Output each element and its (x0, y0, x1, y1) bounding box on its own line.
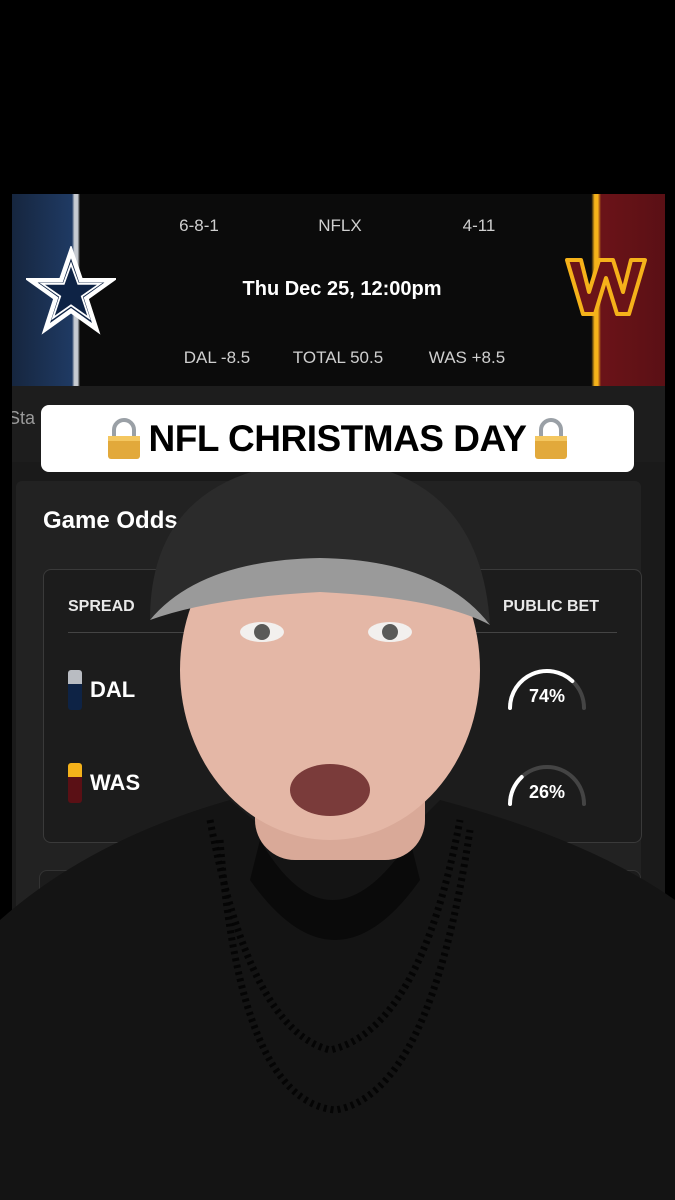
lock-icon (107, 417, 140, 459)
title-banner: NFL CHRISTMAS DAY (41, 405, 634, 472)
presenter-video-overlay (0, 460, 675, 1200)
lock-icon (535, 417, 568, 459)
banner-text: NFL CHRISTMAS DAY (148, 417, 527, 459)
